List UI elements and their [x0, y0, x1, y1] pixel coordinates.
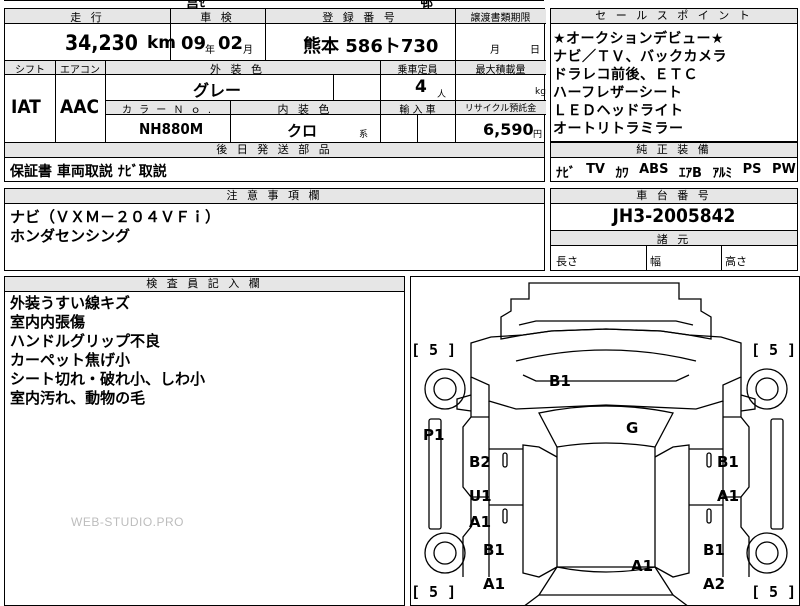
spec-length: 長さ: [556, 255, 578, 268]
damage-rear-door-right: B1: [703, 541, 725, 559]
tyre-front-right-grade: [ 5 ]: [751, 341, 797, 359]
specs-header: 諸 元: [551, 231, 797, 246]
shift-value: IAT: [11, 96, 41, 118]
damage-front-door-right: A1: [717, 487, 740, 505]
spec-height: 高さ: [725, 255, 747, 268]
max-load-header: 最大積載量: [475, 65, 526, 76]
recycle-value: 6,590: [483, 120, 534, 139]
inspector-notes-list: 外装うすい線キズ 室内内張傷 ハンドルグリップ不良 カーペット焦げ小 シート切れ…: [10, 294, 205, 408]
top-border: [4, 0, 544, 1]
damage-roof: A1: [631, 557, 654, 575]
sales-points-list: ★オークションデビュー★ ナビ／ＴＶ、バックカメラ ドラレコ前後、ＥＴＣ ハーフ…: [553, 30, 727, 138]
inspector-note: カーペット焦げ小: [10, 351, 131, 369]
genuine-equipment-header: 純 正 装 備: [551, 143, 797, 158]
tyre-front-left-grade: [ 5 ]: [411, 341, 457, 359]
tyre-rear-right-grade: [ 5 ]: [751, 583, 797, 601]
equipment-item: PS: [742, 162, 762, 177]
damage-front-door-left-u: U1: [469, 487, 492, 505]
sales-point-item: ＬＥＤヘッドライト: [553, 103, 684, 119]
recycle-header: リサイクル預託金: [464, 104, 537, 114]
damage-rear-door-left: B1: [483, 541, 505, 559]
chassis-header: 車 台 番 号: [551, 189, 797, 204]
damage-front-pillar-left: P1: [423, 426, 445, 444]
chassis-value: JH3-2005842: [612, 205, 736, 227]
transfer-month-unit: 月: [490, 45, 500, 56]
sales-points-header: セ ー ル ス ポ イ ン ト: [551, 9, 797, 24]
note-line: ホンダセンシング: [10, 227, 131, 245]
registration-value: 熊本 586ト730: [303, 36, 439, 57]
inspector-header: 検 査 員 記 入 欄: [5, 277, 404, 292]
exterior-color-value: グレー: [193, 81, 242, 100]
later-parts-box: 後 日 発 送 部 品 保証書 車両取説 ﾅﾋﾞ取説: [4, 142, 545, 182]
damage-quarter-left: A1: [483, 575, 506, 593]
sales-point-item: ハーフレザーシート: [553, 85, 683, 101]
max-load-unit: kg: [535, 87, 546, 97]
damage-quarter-right: A2: [703, 575, 726, 593]
genuine-equipment-list: ﾅﾋﾞ TV ｶﾜ ABS ｴｱB ｱﾙﾐ PS PW: [556, 162, 796, 181]
inspector-note: シート切れ・破れ小、しわ小: [10, 370, 206, 388]
equipment-item: ﾅﾋﾞ: [556, 166, 576, 181]
spec-width: 幅: [650, 255, 661, 268]
inspection-year-unit: 年: [205, 45, 215, 56]
color-no-header: カ ラ ー Ｎ ｏ .: [121, 105, 214, 116]
watermark: WEB-STUDIO.PRO: [71, 515, 185, 529]
inspector-note: ハンドルグリップ不良: [10, 332, 161, 350]
damage-fender-left: B2: [469, 453, 491, 471]
sales-point-item: ★オークションデビュー★: [553, 31, 725, 47]
sales-point-item: ドラレコ前後、ＥＴＣ: [553, 67, 698, 83]
mileage-value: 34,230: [65, 31, 138, 55]
color-no-value: NH880M: [139, 120, 204, 138]
later-parts-value: 保証書 車両取説 ﾅﾋﾞ取説: [10, 164, 167, 180]
damage-fender-right: B1: [717, 453, 739, 471]
notes-list: ナビ（ＶＸＭ－２０４ＶＦｉ） ホンダセンシング: [10, 208, 220, 246]
inspection-month: 02: [218, 33, 244, 54]
notes-box: 注 意 事 項 欄 ナビ（ＶＸＭ－２０４ＶＦｉ） ホンダセンシング: [4, 188, 545, 271]
inspector-note: 室内汚れ、動物の毛: [10, 389, 146, 407]
damage-front-door-left-a: A1: [469, 513, 492, 531]
capacity-unit: 人: [437, 90, 447, 100]
mileage-header: 走 行: [70, 11, 105, 24]
recycle-unit: 円: [533, 130, 543, 140]
genuine-equipment-box: 純 正 装 備 ﾅﾋﾞ TV ｶﾜ ABS ｴｱB ｱﾙﾐ PS PW: [550, 142, 798, 182]
inspector-note: 外装うすい線キズ: [10, 294, 131, 312]
aircon-header: エアコン: [60, 65, 100, 76]
equipment-item: ｴｱB: [679, 166, 702, 181]
transfer-day-unit: 日: [530, 45, 540, 56]
inspector-note: 室内内張傷: [10, 313, 86, 331]
interior-suffix: 系: [359, 130, 369, 140]
sales-point-item: オートリトラミラー: [553, 121, 684, 137]
note-line: ナビ（ＶＸＭ－２０４ＶＦｉ）: [10, 208, 221, 226]
equipment-item: TV: [586, 162, 605, 177]
sales-point-item: ナビ／ＴＶ、バックカメラ: [553, 49, 727, 65]
chassis-box: 車 台 番 号 JH3-2005842 諸 元 長さ 幅 高さ: [550, 188, 798, 271]
sales-points-box: セ ー ル ス ポ イ ン ト ★オークションデビュー★ ナビ／ＴＶ、バックカメ…: [550, 8, 798, 142]
car-diagram: [ 5 ] [ 5 ] [ 5 ] [ 5 ] B1 G P1 B2 B1 U1…: [410, 276, 800, 606]
capacity-value: 4: [415, 77, 427, 97]
shift-header: シフト: [15, 65, 45, 76]
registration-header: 登 録 番 号: [322, 11, 398, 24]
car-outline-svg: [424, 282, 788, 605]
damage-hood: B1: [549, 372, 571, 390]
tyre-rear-left-grade: [ 5 ]: [411, 583, 457, 601]
mileage-unit: km: [147, 33, 177, 53]
interior-color-header: 内 装 色: [277, 103, 333, 116]
vehicle-info-table: 走 行 車 検 登 録 番 号 譲渡書類期限 34,230 km 09 年 02…: [4, 8, 546, 144]
capacity-header: 乗車定員: [397, 65, 438, 76]
damage-windshield: G: [626, 419, 639, 437]
aircon-value: AAC: [60, 96, 100, 118]
equipment-item: ｶﾜ: [615, 166, 629, 181]
notes-header: 注 意 事 項 欄: [5, 189, 544, 204]
inspection-year: 09: [181, 33, 207, 54]
transfer-deadline-header: 譲渡書類期限: [470, 13, 531, 24]
interior-color-value: クロ: [287, 122, 318, 140]
later-parts-header: 後 日 発 送 部 品: [5, 143, 544, 158]
equipment-item: ｱﾙﾐ: [712, 166, 733, 181]
inspection-header: 車 検: [200, 11, 235, 24]
equipment-item: PW: [772, 162, 796, 177]
inspection-month-unit: 月: [243, 45, 253, 56]
inspector-box: 検 査 員 記 入 欄 外装うすい線キズ 室内内張傷 ハンドルグリップ不良 カー…: [4, 276, 405, 606]
exterior-color-header: 外 装 色: [210, 63, 265, 76]
equipment-item: ABS: [639, 162, 669, 177]
